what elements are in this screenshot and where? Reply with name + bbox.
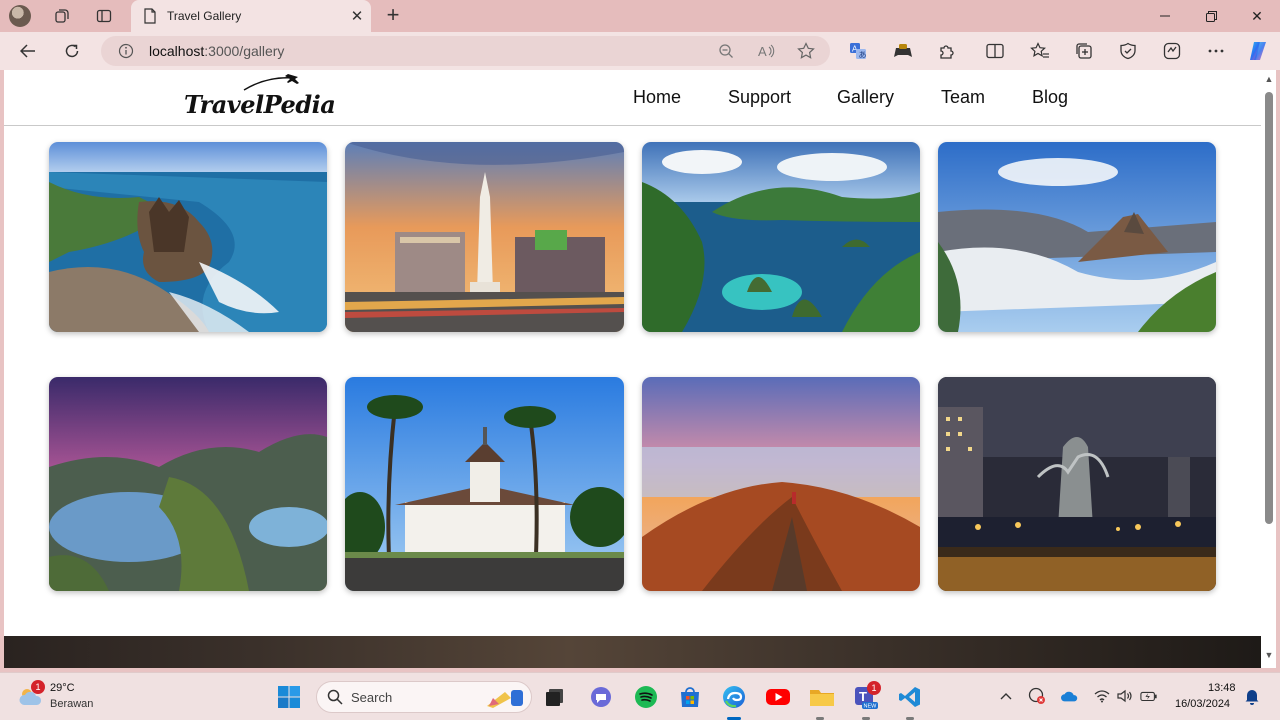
search-highlight-icon <box>487 690 523 708</box>
page-scrollbar[interactable]: ▲ ▼ <box>1261 70 1276 668</box>
task-view-icon[interactable] <box>542 684 568 710</box>
browser-essentials-icon[interactable] <box>1117 40 1139 62</box>
restore-button[interactable] <box>1188 0 1234 32</box>
teams-badge: 1 <box>867 681 881 695</box>
taskbar-search[interactable]: Search <box>316 681 532 713</box>
page-icon <box>144 8 156 24</box>
close-tab-icon[interactable]: ✕ <box>343 7 371 25</box>
gallery-photo-bays-dusk[interactable] <box>49 377 327 591</box>
read-aloud-icon[interactable]: A <box>756 42 776 60</box>
weather-condition[interactable]: Berawan <box>50 698 93 710</box>
clock-date[interactable]: 16/03/2024 <box>1175 698 1230 710</box>
weather-temperature[interactable]: 29°C <box>50 682 75 694</box>
wifi-icon[interactable] <box>1093 687 1111 705</box>
spotify-icon[interactable] <box>633 684 659 710</box>
svg-text:NEW: NEW <box>864 704 878 710</box>
volume-icon[interactable] <box>1116 687 1134 705</box>
vertical-tabs-icon[interactable] <box>90 4 118 28</box>
nav-team[interactable]: Team <box>941 87 985 108</box>
tab-title: Travel Gallery <box>167 9 242 23</box>
back-button[interactable] <box>13 38 43 64</box>
profile-avatar[interactable] <box>9 5 31 27</box>
gallery-photo-tugu-monument[interactable] <box>345 142 624 332</box>
show-hidden-icons-chevron-icon[interactable] <box>997 687 1015 705</box>
svg-text:T: T <box>859 689 867 704</box>
svg-text:A: A <box>758 44 767 59</box>
travelpedia-logo[interactable]: TravelPedia <box>184 72 336 122</box>
new-tab-button[interactable]: + <box>381 4 405 28</box>
refresh-button[interactable] <box>57 38 87 64</box>
url-text[interactable]: localhost:3000/gallery <box>149 43 284 59</box>
performance-icon[interactable] <box>1161 40 1183 62</box>
page-viewport: TravelPedia Home Support Gallery Team Bl… <box>4 70 1261 668</box>
nav-blog[interactable]: Blog <box>1032 87 1068 108</box>
split-screen-icon[interactable] <box>984 40 1006 62</box>
browser-toolbar: localhost:3000/gallery A Aあ <box>0 32 1280 70</box>
weather-badge: 1 <box>31 680 45 694</box>
teams-chat-icon[interactable] <box>588 684 614 710</box>
more-menu-icon[interactable] <box>1205 40 1227 62</box>
windows-start-icon[interactable] <box>276 684 302 710</box>
nav-home[interactable]: Home <box>633 87 681 108</box>
notification-bell-icon[interactable] <box>1243 687 1261 705</box>
favorites-icon[interactable] <box>1029 40 1051 62</box>
search-icon <box>327 689 343 705</box>
tab-travel-gallery[interactable]: Travel Gallery ✕ <box>131 0 371 32</box>
close-window-button[interactable]: ✕ <box>1234 0 1280 32</box>
windows-taskbar: 1 29°C Berawan Search T NEW 1 13:48 16/0… <box>0 672 1280 720</box>
favorite-star-icon[interactable] <box>796 42 816 60</box>
browser-titlebar: Travel Gallery ✕ + ✕ <box>0 0 1280 32</box>
translate-icon[interactable]: Aあ <box>847 40 869 62</box>
edge-browser-icon[interactable] <box>721 684 747 710</box>
onedrive-icon[interactable] <box>1061 687 1079 705</box>
gallery-photo-volcano-clouds[interactable] <box>938 142 1216 332</box>
svg-text:あ: あ <box>859 51 867 60</box>
battery-icon[interactable] <box>1140 687 1158 705</box>
search-label: Search <box>351 690 393 705</box>
copilot-icon[interactable] <box>1247 40 1269 62</box>
gallery-photo-islands-lagoon[interactable] <box>642 142 920 332</box>
zoom-out-icon[interactable] <box>716 42 736 60</box>
nav-gallery[interactable]: Gallery <box>837 87 894 108</box>
file-explorer-icon[interactable] <box>809 684 835 710</box>
url-host: localhost <box>149 43 205 59</box>
microsoft-store-icon[interactable] <box>677 684 703 710</box>
address-bar[interactable]: localhost:3000/gallery A <box>101 36 830 66</box>
security-tray-icon[interactable] <box>1028 687 1046 705</box>
scroll-down-arrow-icon[interactable]: ▼ <box>1264 650 1274 660</box>
gallery-photo-temple-coast[interactable] <box>49 142 327 332</box>
scrollbar-thumb[interactable] <box>1265 92 1273 524</box>
workspaces-icon[interactable] <box>48 4 76 28</box>
site-info-icon[interactable] <box>118 43 134 59</box>
logo-text: TravelPedia <box>184 90 336 119</box>
gallery-photo-gedung-sate[interactable] <box>345 377 624 591</box>
site-header: TravelPedia Home Support Gallery Team Bl… <box>4 70 1261 126</box>
footer-banner <box>4 636 1261 668</box>
extensions-icon[interactable] <box>936 40 958 62</box>
gallery-photo-night-city[interactable] <box>938 377 1216 591</box>
airplane-logo-icon <box>243 74 299 91</box>
vscode-icon[interactable] <box>897 684 923 710</box>
minimize-button[interactable] <box>1142 0 1188 32</box>
clock-time[interactable]: 13:48 <box>1208 682 1236 694</box>
collections-icon[interactable] <box>1073 40 1095 62</box>
scroll-up-arrow-icon[interactable]: ▲ <box>1264 74 1274 84</box>
url-path: :3000/gallery <box>204 43 285 59</box>
gallery-photo-mountain-sunrise[interactable] <box>642 377 920 591</box>
extension-game-icon[interactable] <box>892 40 914 62</box>
nav-support[interactable]: Support <box>728 87 791 108</box>
youtube-icon[interactable] <box>765 684 791 710</box>
